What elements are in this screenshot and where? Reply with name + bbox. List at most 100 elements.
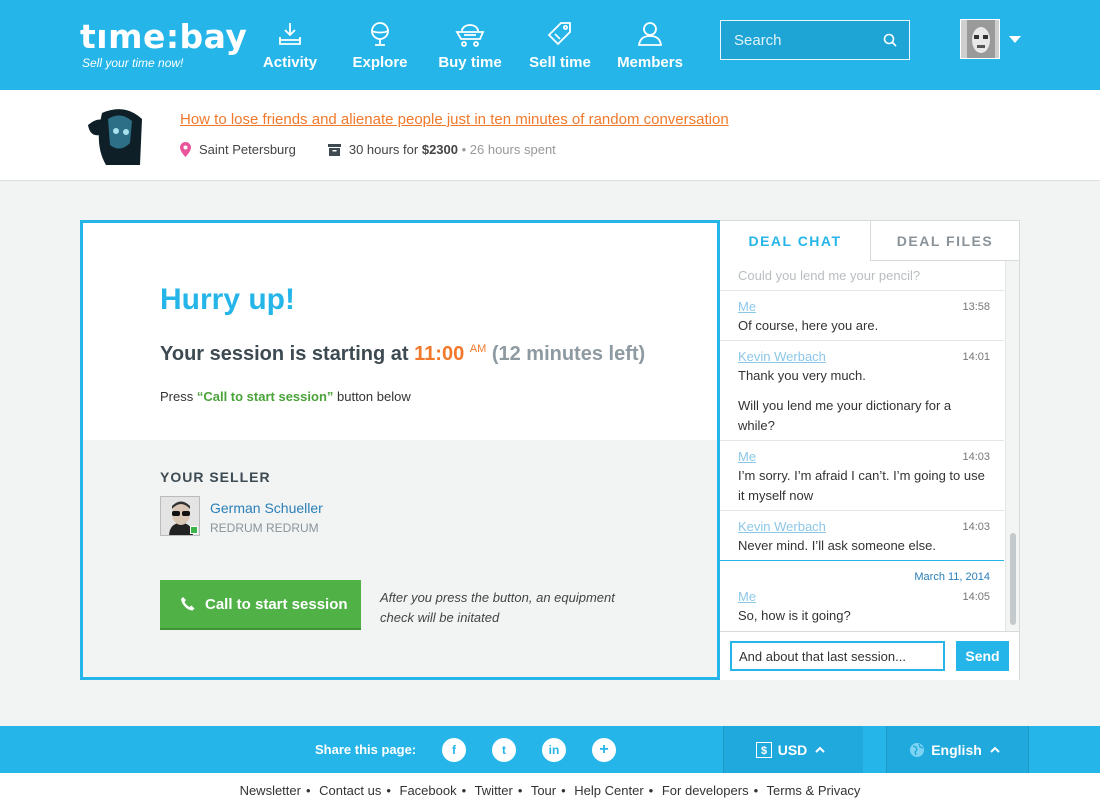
separator: • [753,783,759,798]
listing-price: $2300 [421,142,458,157]
language-value: English [931,741,982,758]
session-card: Hurry up! Your session is starting at 11… [80,220,720,680]
message-text: Never mind. I’ll ask someone else. [738,538,936,553]
listing-thumbnail[interactable] [80,105,150,165]
chevron-down-icon[interactable] [1009,36,1021,43]
footer-link-newsletter[interactable]: Newsletter [240,783,301,798]
instructions-suffix: button below [333,389,411,404]
message-author-link[interactable]: Kevin Werbach [738,519,826,534]
footer-link-help-center[interactable]: Help Center [574,783,643,798]
seller-avatar[interactable] [160,496,200,536]
language-selector[interactable]: English [886,726,1029,773]
message-time: 14:03 [962,521,990,533]
message-author-link[interactable]: Me [738,299,756,314]
user-avatar[interactable] [960,19,1000,59]
online-status-icon [190,526,198,534]
call-note: After you press the button, an equipment… [380,590,615,625]
separator: • [386,783,391,798]
chat-scrollbar[interactable] [1005,261,1019,631]
message-author-link[interactable]: Me [738,449,756,464]
logo-text: tıme:bay [80,17,248,56]
chat-message: Kevin Werbach 14:03 Never mind. I’ll ask… [720,511,1004,561]
seller-name-link[interactable]: German Schueller [210,500,323,516]
footer-links: Newsletter • Contact us • Facebook • Twitte… [0,773,1100,810]
nav-item-label: Activity [262,54,318,71]
phone-icon [181,597,195,611]
dollar-icon: $ [755,741,772,758]
session-time-remaining: (12 minutes left) [486,343,646,365]
search-box [720,20,910,60]
google-plus-icon[interactable]: + [592,738,616,762]
listing-meta: Saint Petersburg 30 hours for $2300 • 26… [180,142,556,157]
nav-item-label: Explore [352,54,408,71]
logo[interactable]: tıme:bay Sell your time now! [80,17,248,71]
session-start-line: Your session is starting at 11:00 AM (12… [160,343,645,366]
listing-header: How to lose friends and alienate people … [0,90,1100,181]
globe-icon [910,742,925,757]
nav-item-explore[interactable]: Explore [335,20,425,71]
tab-deal-chat[interactable]: DEAL CHAT [720,221,870,261]
message-time: 13:58 [962,301,990,313]
message-author-link[interactable]: Kevin Werbach [738,349,826,364]
message-author-link[interactable]: Me [738,589,756,604]
tab-deal-files[interactable]: DEAL FILES [870,221,1019,261]
twitter-icon[interactable]: t [492,738,516,762]
listing-hours-spent: • 26 hours spent [458,142,556,157]
message-time: 14:03 [962,451,990,463]
logo-tagline: Sell your time now! [82,56,184,70]
search-input[interactable] [721,21,881,59]
session-time: 11:00 [414,343,465,365]
nav-item-label: Buy time [438,54,502,71]
nav-item-sell-time[interactable]: Sell time [515,20,605,71]
session-instructions: Press “Call to start session” button bel… [160,389,411,404]
location-pin-icon [180,142,191,157]
separator: • [561,783,566,798]
chat-message-input[interactable] [730,641,945,671]
send-button[interactable]: Send [956,641,1009,671]
session-info [83,223,717,440]
footer-link-facebook[interactable]: Facebook [400,783,457,798]
message-time: 14:01 [962,351,990,363]
footer-link-developers[interactable]: For developers [662,783,749,798]
message-text: So, how is it going? [738,608,851,623]
globe-icon [371,22,389,46]
scrollbar-thumb[interactable] [1010,533,1016,625]
listing-city: Saint Petersburg [199,142,296,157]
currency-value: USD [777,741,808,758]
chat-compose: Send [720,631,1019,680]
nav-item-activity[interactable]: Activity [245,20,335,71]
session-heading: Hurry up! [160,283,295,316]
footer-link-contact[interactable]: Contact us [319,783,381,798]
chat-message-list: Could you lend me your pencil? Me 13:58 … [720,261,1004,631]
message-time: 14:05 [962,591,990,603]
nav-item-members[interactable]: Members [605,20,695,71]
top-navigation-bar: tıme:bay Sell your time now! Activity Ex… [0,0,1100,90]
cart-icon [455,24,485,47]
currency-selector[interactable]: $ USD [723,726,863,773]
search-icon[interactable] [883,33,897,47]
footer-link-tour[interactable]: Tour [531,783,556,798]
session-start-text: Your session is starting at [160,343,415,365]
listing-title-link[interactable]: How to lose friends and alienate people … [180,111,729,128]
chat-message: Me 13:58 Of course, here you are. [720,291,1004,341]
nav-item-buy-time[interactable]: Buy time [425,20,515,71]
chat-message: Kevin Werbach 14:01 Thank you very much.… [720,341,1004,441]
seller-heading: YOUR SELLER [160,469,271,485]
message-text: Of course, here you are. [738,318,879,333]
instructions-button-ref: “Call to start session” [196,389,334,404]
chat-message: March 11, 2014 Me 14:05 So, how is it go… [720,561,1004,631]
footer-share-bar: Share this page: f t in + $ USD English [0,726,1100,773]
chat-tabs: DEAL CHAT DEAL FILES [720,221,1019,261]
message-text: Thank you very much. [738,368,866,383]
facebook-icon[interactable]: f [442,738,466,762]
seller-subtitle: REDRUM REDRUM [210,521,319,535]
footer-link-terms[interactable]: Terms & Privacy [767,783,861,798]
chat-message: Could you lend me your pencil? [720,261,1004,291]
tag-icon [547,22,571,46]
call-to-start-session-button[interactable]: Call to start session [160,580,361,630]
linkedin-icon[interactable]: in [542,738,566,762]
separator: • [305,783,311,798]
nav-item-label: Members [617,54,683,71]
footer-link-twitter[interactable]: Twitter [475,783,513,798]
svg-text:$: $ [761,745,767,757]
